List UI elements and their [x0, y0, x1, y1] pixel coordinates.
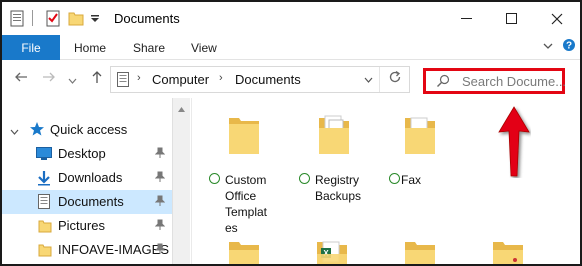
search-box[interactable]: Search Docume... [423, 68, 566, 94]
breadcrumb-separator[interactable]: › [137, 72, 141, 84]
star-icon [29, 121, 45, 140]
documents-location-icon [117, 72, 129, 90]
folder-icon [227, 112, 261, 159]
address-history-icon[interactable] [364, 76, 373, 88]
close-button[interactable] [534, 2, 579, 35]
sync-check-icon [299, 173, 310, 184]
pointer-arrow-icon [497, 106, 531, 181]
folder-icon [38, 219, 52, 236]
sync-check-icon [209, 173, 220, 184]
folder-icon [38, 243, 52, 260]
nav-pane-scrollbar[interactable] [172, 98, 190, 264]
folder-label: Custom Office Templat es [225, 172, 267, 236]
folder-icon [317, 112, 351, 159]
ribbon: File Home Share View ? [2, 35, 580, 60]
minimize-button[interactable] [444, 2, 489, 35]
nav-item-infoave-images[interactable]: INFOAVE-IMAGES [2, 238, 172, 262]
nav-item-pictures[interactable]: Pictures [2, 214, 172, 238]
up-icon[interactable] [90, 70, 104, 87]
explorer-window: Documents File Home Share View ? › Compu… [0, 0, 582, 266]
search-placeholder[interactable]: Search Docume... [462, 74, 566, 89]
quick-access-separator [32, 10, 33, 26]
folder-label: Registry Backups [315, 172, 361, 204]
folder-item[interactable] [227, 236, 307, 264]
folder-label-line: Templat [225, 205, 268, 219]
breadcrumb-documents[interactable]: Documents [235, 72, 301, 87]
forward-icon[interactable] [42, 70, 56, 87]
file-tab[interactable]: File [2, 35, 60, 60]
address-bar[interactable]: › Computer › Documents [110, 66, 410, 93]
pin-icon[interactable] [154, 219, 166, 234]
pin-icon[interactable] [154, 195, 166, 210]
address-divider [379, 67, 380, 92]
svg-text:?: ? [566, 41, 572, 52]
search-icon [436, 74, 450, 91]
pin-icon[interactable] [154, 147, 166, 162]
folder-label-line: Custom [225, 173, 267, 187]
navigation-bar: › Computer › Documents Search Docume... [2, 60, 580, 98]
refresh-icon[interactable] [388, 70, 402, 87]
maximize-button[interactable] [489, 2, 534, 35]
checklist-icon[interactable] [46, 10, 60, 30]
main-area: Quick access Desktop Downloads Documents… [2, 98, 580, 264]
folder-label-line: Backups [315, 189, 362, 203]
folder-icon [491, 242, 525, 264]
expand-chevron-icon[interactable] [10, 126, 19, 140]
folder-icon [403, 242, 437, 264]
folder-item[interactable] [403, 236, 483, 264]
sync-check-icon [389, 173, 400, 184]
folder-item[interactable] [491, 236, 571, 264]
tab-view[interactable]: View [191, 41, 217, 55]
desktop-icon [36, 147, 52, 164]
documents-icon [38, 194, 50, 212]
download-icon [37, 170, 51, 189]
navigation-pane: Quick access Desktop Downloads Documents… [2, 98, 192, 264]
folder-icon [403, 112, 437, 159]
nav-item-quick-access[interactable]: Quick access [2, 118, 172, 142]
nav-item-label: Pictures [58, 218, 105, 233]
pin-icon[interactable] [154, 243, 166, 258]
pin-icon[interactable] [154, 171, 166, 186]
recent-locations-icon[interactable] [68, 73, 77, 89]
folder-item[interactable]: X [315, 236, 395, 264]
tab-home[interactable]: Home [74, 41, 106, 55]
folder-icon [227, 242, 261, 264]
nav-item-label: Quick access [50, 122, 128, 137]
scroll-up-icon[interactable] [177, 102, 186, 116]
help-icon[interactable]: ? [562, 38, 576, 55]
nav-item-label: Desktop [58, 146, 106, 161]
nav-item-label: Downloads [58, 170, 123, 185]
folder-label: Fax [401, 172, 421, 188]
customize-qat-icon[interactable] [90, 13, 100, 27]
tab-share[interactable]: Share [133, 41, 165, 55]
properties-icon[interactable] [10, 10, 24, 30]
nav-item-label: Documents [58, 194, 124, 209]
title-bar: Documents [2, 2, 580, 35]
breadcrumb-separator[interactable]: › [219, 72, 223, 84]
new-folder-icon[interactable] [68, 10, 84, 29]
nav-item-downloads[interactable]: Downloads [2, 166, 172, 190]
excel-folder-icon: X [315, 241, 349, 264]
folder-label-line: Fax [401, 173, 422, 187]
nav-item-desktop[interactable]: Desktop [2, 142, 172, 166]
ribbon-collapse-icon[interactable] [543, 41, 553, 54]
nav-item-documents[interactable]: Documents [2, 190, 172, 214]
window-title: Documents [114, 11, 180, 26]
breadcrumb-computer[interactable]: Computer [152, 72, 209, 87]
nav-item-label: INFOAVE-IMAGES [58, 242, 169, 257]
folder-label-line: es [225, 221, 238, 235]
folder-label-line: Office [225, 189, 257, 203]
folder-label-line: Registry [315, 173, 360, 187]
back-icon[interactable] [14, 70, 28, 87]
